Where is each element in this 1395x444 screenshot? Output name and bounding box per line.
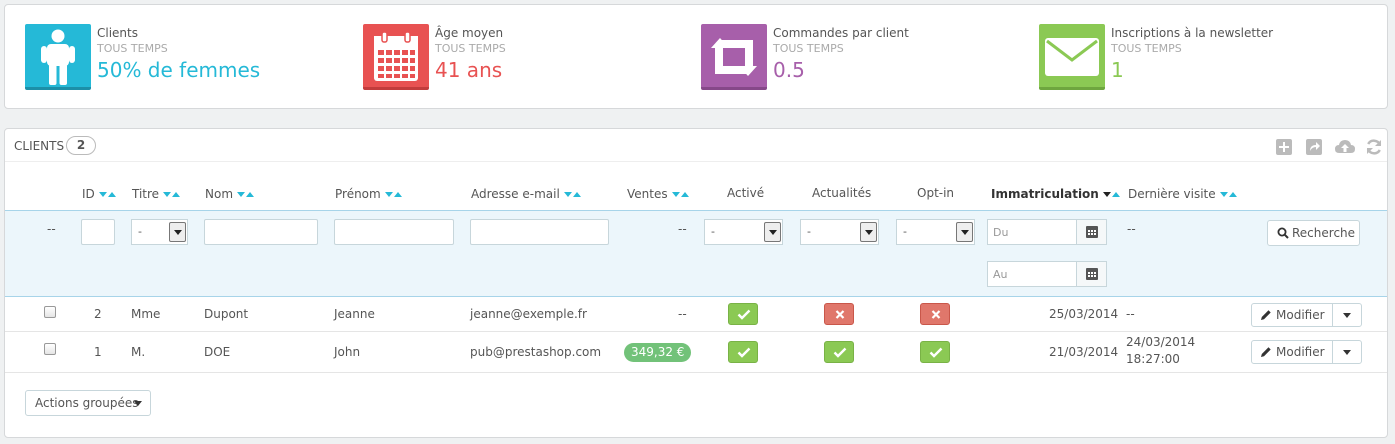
filter-news-select[interactable]: - bbox=[800, 219, 879, 245]
column-header-last-visit[interactable]: Dernière visite bbox=[1128, 186, 1237, 201]
cell-lastname: DOE bbox=[204, 345, 231, 359]
cell-last-visit-time: 18:27:00 bbox=[1126, 352, 1180, 366]
active-status-enabled[interactable] bbox=[728, 341, 758, 363]
pencil-icon bbox=[1261, 347, 1271, 357]
cell-firstname: Jeanne bbox=[334, 307, 375, 321]
cell-title: M. bbox=[131, 345, 146, 359]
chevron-down-icon bbox=[169, 222, 186, 242]
bulk-filter-placeholder: -- bbox=[47, 222, 56, 236]
news-status-enabled[interactable] bbox=[824, 341, 854, 363]
panel-heading: CLIENTS 2 bbox=[5, 129, 1387, 162]
news-status-disabled[interactable] bbox=[824, 303, 854, 325]
column-header-sales[interactable]: Ventes bbox=[627, 186, 689, 201]
column-header-optin: Opt-in bbox=[917, 186, 955, 200]
filter-title-select[interactable]: - bbox=[131, 219, 188, 245]
check-icon bbox=[929, 347, 943, 358]
search-button[interactable]: Recherche bbox=[1267, 220, 1360, 246]
kpi-value: 0.5 bbox=[773, 58, 805, 82]
cell-registration: 21/03/2014 bbox=[1049, 345, 1119, 359]
kpi-value: 1 bbox=[1111, 58, 1124, 82]
cell-id: 2 bbox=[94, 307, 102, 321]
kpi-period: TOUS TEMPS bbox=[435, 42, 506, 55]
panel-title: CLIENTS bbox=[14, 139, 65, 153]
kpi-title: Clients bbox=[97, 26, 138, 40]
cell-lastname: Dupont bbox=[204, 307, 249, 321]
envelope-icon bbox=[1039, 24, 1105, 90]
cell-firstname: John bbox=[334, 345, 361, 359]
close-icon bbox=[931, 310, 941, 319]
check-icon bbox=[737, 309, 751, 320]
chevron-down-icon bbox=[860, 222, 877, 242]
optin-status-disabled[interactable] bbox=[920, 303, 950, 325]
filter-id-input[interactable] bbox=[81, 219, 115, 245]
close-icon bbox=[835, 310, 845, 319]
filter-date-to[interactable]: Au bbox=[987, 261, 1107, 287]
filter-lastname-input[interactable] bbox=[204, 219, 318, 245]
cell-title: Mme bbox=[131, 307, 161, 321]
column-header-title[interactable]: Titre bbox=[132, 186, 181, 201]
filter-optin-select[interactable]: - bbox=[896, 219, 975, 245]
cell-last-visit: -- bbox=[1126, 307, 1135, 321]
calendar-icon[interactable] bbox=[1076, 220, 1106, 244]
search-icon bbox=[1277, 227, 1289, 239]
filter-email-input[interactable] bbox=[470, 219, 609, 245]
cell-sales: -- bbox=[678, 307, 687, 321]
edit-button[interactable]: Modifier bbox=[1251, 303, 1333, 327]
column-header-email[interactable]: Adresse e-mail bbox=[471, 186, 581, 201]
kpi-value: 41 ans bbox=[435, 58, 503, 82]
cell-email: jeanne@exemple.fr bbox=[470, 307, 587, 321]
column-header-id[interactable]: ID bbox=[82, 186, 116, 201]
check-icon bbox=[737, 347, 751, 358]
export-icon[interactable] bbox=[1305, 138, 1323, 156]
cloud-upload-icon[interactable] bbox=[1334, 138, 1356, 156]
column-header-lastname[interactable]: Nom bbox=[205, 186, 255, 201]
kpi-period: TOUS TEMPS bbox=[1111, 42, 1182, 55]
column-header-firstname[interactable]: Prénom bbox=[335, 186, 402, 201]
column-header-registration[interactable]: Immatriculation bbox=[991, 186, 1120, 201]
cell-email: pub@prestashop.com bbox=[470, 345, 602, 359]
kpi-period: TOUS TEMPS bbox=[773, 42, 844, 55]
retweet-icon bbox=[701, 24, 767, 90]
kpi-period: TOUS TEMPS bbox=[97, 42, 168, 55]
row-checkbox[interactable] bbox=[44, 343, 56, 355]
column-header-active: Activé bbox=[727, 186, 765, 200]
row-checkbox[interactable] bbox=[44, 306, 56, 318]
sales-filter-placeholder: -- bbox=[678, 222, 687, 236]
caret-down-icon bbox=[134, 401, 142, 406]
active-status-enabled[interactable] bbox=[728, 303, 758, 325]
kpi-value: 50% de femmes bbox=[97, 58, 261, 82]
filter-firstname-input[interactable] bbox=[334, 219, 454, 245]
last-visit-filter-placeholder: -- bbox=[1127, 222, 1136, 236]
calendar-icon bbox=[363, 24, 429, 90]
clients-panel: CLIENTS 2 ID Titre Nom Prénom Adresse e-… bbox=[4, 128, 1388, 438]
kpi-title: Commandes par client bbox=[773, 26, 909, 40]
bulk-actions-button[interactable]: Actions groupées bbox=[25, 390, 151, 416]
edit-button[interactable]: Modifier bbox=[1251, 340, 1333, 364]
user-icon bbox=[25, 24, 91, 90]
add-icon[interactable] bbox=[1275, 138, 1293, 156]
chevron-down-icon bbox=[764, 222, 781, 242]
refresh-icon[interactable] bbox=[1365, 138, 1383, 156]
chevron-down-icon bbox=[956, 222, 973, 242]
kpi-title: Âge moyen bbox=[435, 26, 504, 40]
row-actions-dropdown[interactable] bbox=[1332, 340, 1362, 364]
cell-last-visit: 24/03/2014 bbox=[1126, 335, 1196, 349]
check-icon bbox=[833, 347, 847, 358]
client-count-badge: 2 bbox=[66, 136, 96, 155]
calendar-icon[interactable] bbox=[1076, 262, 1106, 286]
filter-row: -- - -- - - - Du Au -- Recherche bbox=[5, 210, 1387, 297]
column-header-news: Actualités bbox=[812, 186, 872, 200]
cell-registration: 25/03/2014 bbox=[1049, 307, 1119, 321]
row-actions-dropdown[interactable] bbox=[1332, 303, 1362, 327]
optin-status-enabled[interactable] bbox=[920, 341, 950, 363]
kpi-panel: Clients TOUS TEMPS 50% de femmes Âge moy… bbox=[4, 4, 1388, 109]
pencil-icon bbox=[1261, 310, 1271, 320]
filter-date-from[interactable]: Du bbox=[987, 219, 1107, 245]
sales-badge: 349,32 € bbox=[624, 343, 692, 362]
kpi-title: Inscriptions à la newsletter bbox=[1111, 26, 1274, 40]
table-row[interactable]: 2 Mme Dupont Jeanne jeanne@exemple.fr --… bbox=[5, 298, 1387, 332]
filter-active-select[interactable]: - bbox=[704, 219, 783, 245]
table-row[interactable]: 1 M. DOE John pub@prestashop.com 349,32 … bbox=[5, 332, 1387, 373]
cell-id: 1 bbox=[94, 345, 102, 359]
